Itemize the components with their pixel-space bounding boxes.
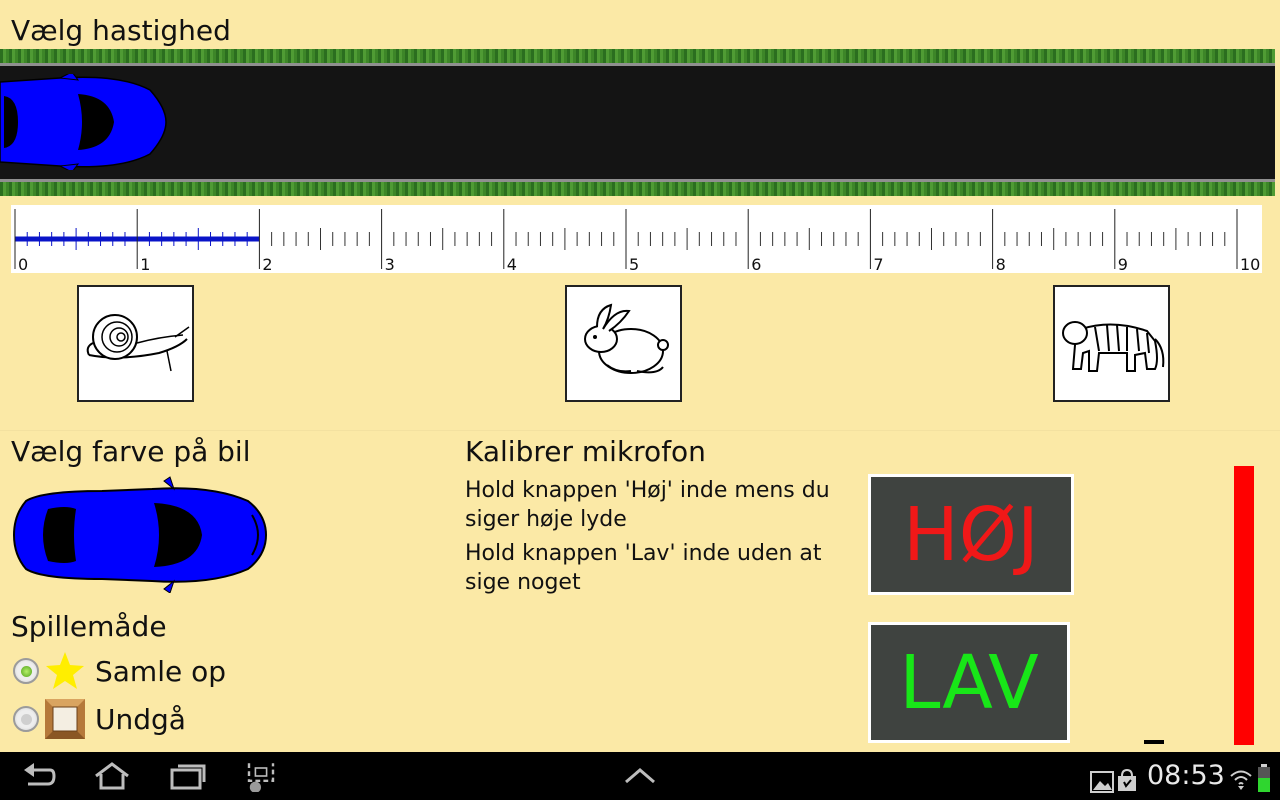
speed-ruler[interactable]: 0 1 2 3 4 5 6 7 8 9 10	[11, 205, 1262, 274]
asphalt	[0, 63, 1275, 182]
rabbit-icon	[584, 303, 669, 374]
home-icon[interactable]	[92, 760, 132, 792]
grass-top	[0, 49, 1275, 63]
ruler-tick-label: 2	[262, 255, 272, 273]
ruler-tick-label: 6	[751, 255, 761, 273]
ruler-tick-label: 3	[385, 255, 395, 273]
ruler-tick-label: 10	[1240, 255, 1260, 273]
shopping-bag-icon	[1118, 768, 1136, 791]
ruler-tick-label: 1	[140, 255, 150, 273]
snail-button[interactable]	[77, 285, 194, 402]
ruler-tick-label: 4	[507, 255, 517, 273]
snail-icon	[86, 314, 190, 372]
battery-icon	[1258, 764, 1270, 792]
mode-option-collect[interactable]: Samle op	[13, 649, 226, 693]
ruler-scale: 0 1 2 3 4 5 6 7 8 9 10	[14, 209, 1260, 274]
mic-threshold-marker	[1144, 740, 1164, 744]
ruler-tick-label: 8	[996, 255, 1006, 273]
radio-collect[interactable]	[13, 658, 39, 684]
car-color-title: Vælg farve på bil	[11, 435, 251, 468]
system-navigation-bar: 08:53	[0, 752, 1280, 800]
mode-label-collect: Samle op	[95, 654, 227, 688]
road	[0, 49, 1275, 196]
mode-label-avoid: Undgå	[95, 702, 186, 736]
ruler-tick-label: 5	[629, 255, 639, 273]
grass-bottom	[0, 182, 1275, 196]
mode-option-avoid[interactable]: Undgå	[13, 697, 186, 741]
gallery-icon	[1090, 771, 1114, 793]
wifi-icon	[1230, 770, 1252, 790]
mic-level-bar	[1234, 466, 1254, 745]
ruler-tick-label: 7	[873, 255, 883, 273]
rabbit-button[interactable]	[565, 285, 682, 402]
radio-avoid[interactable]	[13, 706, 39, 732]
ruler-tick-label: 0	[18, 255, 28, 273]
tiger-icon	[1062, 321, 1165, 372]
mic-calibration-title: Kalibrer mikrofon	[465, 435, 706, 468]
screenshot-icon[interactable]	[240, 760, 282, 792]
mic-instruction-low: Hold knappen 'Lav' inde uden at sige nog…	[465, 541, 822, 595]
section-divider	[0, 430, 1280, 431]
crate-icon	[45, 699, 85, 739]
recent-apps-icon[interactable]	[170, 760, 206, 792]
car-color-picker[interactable]	[12, 475, 268, 593]
star-icon	[46, 652, 84, 689]
tiger-button[interactable]	[1053, 285, 1170, 402]
low-button[interactable]: LAV	[868, 622, 1070, 743]
road-car-icon	[0, 74, 167, 170]
game-mode-title: Spillemåde	[11, 610, 167, 643]
mic-instruction-high: Hold knappen 'Høj' inde mens du siger hø…	[465, 478, 830, 532]
high-button[interactable]: HØJ	[868, 474, 1074, 595]
status-clock: 08:53	[1147, 760, 1225, 791]
up-arrow-icon[interactable]	[624, 760, 656, 792]
ruler-tick-label: 9	[1118, 255, 1128, 273]
back-icon[interactable]	[22, 760, 56, 792]
speed-title: Vælg hastighed	[11, 14, 231, 47]
